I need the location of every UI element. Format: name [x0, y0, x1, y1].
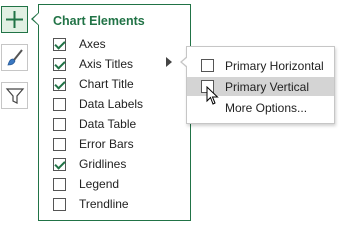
chart-element-trendline[interactable]: Trendline: [53, 195, 129, 213]
axis-titles-submenu: Primary Horizontal Primary Vertical More…: [186, 46, 335, 124]
chart-element-data-table[interactable]: Data Table: [53, 115, 136, 133]
item-label: Axes: [79, 37, 106, 51]
item-label: Chart Title: [79, 77, 134, 91]
checkbox[interactable]: [53, 117, 66, 131]
item-label: Gridlines: [79, 157, 127, 171]
item-label: Data Table: [79, 117, 137, 131]
item-label: Legend: [79, 177, 120, 191]
item-label: Error Bars: [79, 137, 134, 151]
item-label: Trendline: [79, 197, 129, 211]
checkbox-checked[interactable]: [53, 77, 66, 91]
chart-element-chart-title[interactable]: Chart Title: [53, 75, 134, 93]
item-label: Axis Titles: [79, 57, 134, 71]
submenu-item-label: More Options...: [225, 100, 308, 115]
chart-styles-button[interactable]: [1, 44, 28, 71]
item-label: Data Labels: [79, 97, 144, 111]
chart-element-axis-titles[interactable]: Axis Titles: [53, 55, 133, 73]
checkbox[interactable]: [53, 177, 66, 191]
checkbox-checked[interactable]: [53, 37, 66, 51]
checkbox-checked[interactable]: [53, 57, 66, 71]
chart-filters-button[interactable]: [1, 82, 28, 109]
checkbox[interactable]: [53, 137, 66, 151]
checkbox-checked[interactable]: [53, 157, 66, 171]
chart-elements-panel: Chart Elements Axes Axis Titles Chart Ti…: [38, 4, 191, 221]
checkbox[interactable]: [201, 59, 214, 72]
submenu-arrow-icon[interactable]: [166, 57, 172, 67]
chart-element-gridlines[interactable]: Gridlines: [53, 155, 126, 173]
checkbox[interactable]: [53, 197, 66, 211]
brush-icon: [6, 48, 23, 65]
panel-title: Chart Elements: [53, 14, 145, 28]
chart-elements-button[interactable]: [1, 6, 28, 33]
submenu-item-label: Primary Horizontal: [225, 58, 324, 73]
chart-element-error-bars[interactable]: Error Bars: [53, 135, 134, 153]
mouse-cursor-icon: [206, 86, 219, 105]
submenu-item-label: Primary Vertical: [225, 79, 310, 94]
panel-pointer-inner: [33, 13, 39, 25]
submenu-item-primary-horizontal[interactable]: Primary Horizontal: [187, 56, 334, 75]
chart-element-data-labels[interactable]: Data Labels: [53, 95, 143, 113]
funnel-icon: [5, 87, 24, 104]
chart-element-legend[interactable]: Legend: [53, 175, 119, 193]
submenu-pointer-inner: [182, 57, 188, 67]
plus-icon: [6, 11, 23, 28]
checkbox[interactable]: [53, 97, 66, 111]
chart-element-axes[interactable]: Axes: [53, 35, 106, 53]
